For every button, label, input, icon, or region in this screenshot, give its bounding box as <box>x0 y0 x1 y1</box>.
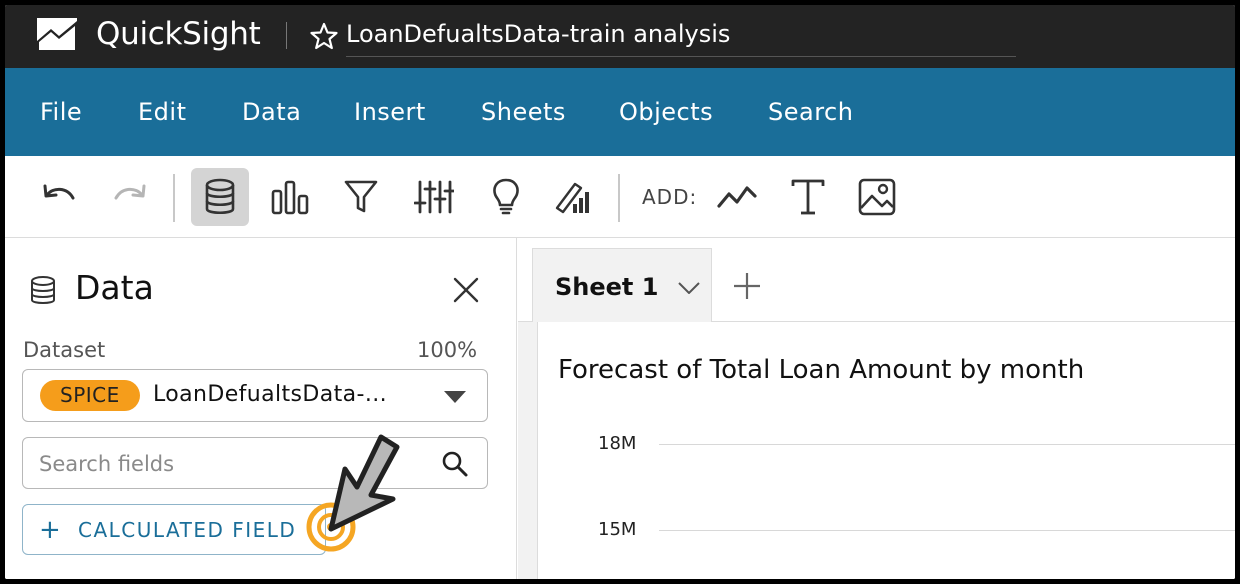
text-icon <box>791 179 825 215</box>
parameters-icon <box>414 180 454 214</box>
dataset-dropdown[interactable]: SPICE LoanDefualtsData-... <box>22 369 488 422</box>
line-chart-icon <box>717 186 757 208</box>
menu-data[interactable]: Data <box>242 96 301 128</box>
undo-icon <box>43 184 75 200</box>
database-icon <box>205 178 235 215</box>
redo-icon <box>114 184 146 200</box>
calculated-field-label: CALCULATED FIELD <box>78 518 297 542</box>
analysis-name-field[interactable]: LoanDefualtsData-train analysis <box>346 14 738 54</box>
insights-button[interactable] <box>477 168 535 226</box>
visualize-icon <box>271 180 309 215</box>
mouse-pointer-icon <box>328 434 400 532</box>
sheet-area: Sheet 1 Forecast of Total Loan Amount by… <box>518 238 1235 579</box>
toolbar-divider <box>173 174 175 222</box>
lightbulb-icon <box>493 178 519 215</box>
undo-button[interactable] <box>30 168 88 226</box>
add-line-chart-button[interactable] <box>708 168 766 226</box>
menu-file[interactable]: File <box>40 96 82 128</box>
app-name: QuickSight <box>96 16 261 52</box>
toolbar: ADD: <box>5 156 1235 238</box>
add-label: ADD: <box>642 185 698 209</box>
database-icon <box>31 276 55 304</box>
app-window: QuickSight LoanDefualtsData-train analys… <box>5 5 1235 579</box>
header-divider <box>286 22 287 49</box>
data-pane-title: Data <box>75 268 154 307</box>
sheet-tab-bar: Sheet 1 <box>518 238 1235 323</box>
image-icon <box>858 178 896 216</box>
spice-badge: SPICE <box>40 380 140 411</box>
app-header: QuickSight LoanDefualtsData-train analys… <box>5 5 1235 68</box>
y-axis-tick: 15M <box>598 519 637 540</box>
gridline <box>659 444 1235 445</box>
filter-button[interactable] <box>332 168 390 226</box>
themes-icon <box>555 182 589 214</box>
visual-title: Forecast of Total Loan Amount by month <box>558 355 1085 385</box>
star-icon[interactable] <box>310 22 338 50</box>
y-axis-tick: 18M <box>598 433 637 454</box>
add-sheet-icon[interactable] <box>732 271 762 301</box>
quicksight-logo-icon[interactable] <box>37 18 77 52</box>
gridline <box>659 530 1235 531</box>
redo-button[interactable] <box>101 168 159 226</box>
dataset-name: LoanDefualtsData-... <box>153 382 388 407</box>
add-calculated-field-button[interactable]: + CALCULATED FIELD <box>22 504 326 555</box>
menu-edit[interactable]: Edit <box>138 96 186 128</box>
menu-insert[interactable]: Insert <box>354 96 426 128</box>
dataset-import-percent: 100% <box>417 338 478 362</box>
tab-sheet-1[interactable]: Sheet 1 <box>532 248 712 323</box>
data-pane-button[interactable] <box>191 168 249 226</box>
dataset-label: Dataset <box>23 338 106 362</box>
sheet-margin <box>518 322 537 579</box>
sheet-tab-label: Sheet 1 <box>555 273 659 301</box>
forecast-visual[interactable]: Forecast of Total Loan Amount by month 1… <box>537 322 1235 579</box>
menu-bar: File Edit Data Insert Sheets Objects Sea… <box>5 68 1235 156</box>
data-pane: Data Dataset 100% SPICE LoanDefualtsData… <box>5 238 517 579</box>
search-fields-box <box>22 437 488 489</box>
toolbar-divider <box>618 174 620 222</box>
caret-down-icon <box>444 391 466 403</box>
plus-icon: + <box>39 515 61 545</box>
parameters-button[interactable] <box>405 168 463 226</box>
search-icon[interactable] <box>441 450 469 478</box>
add-text-button[interactable] <box>779 168 837 226</box>
visualize-button[interactable] <box>261 168 319 226</box>
menu-search[interactable]: Search <box>768 96 853 128</box>
filter-icon <box>344 180 378 213</box>
analysis-name-underline <box>346 56 1016 57</box>
menu-sheets[interactable]: Sheets <box>481 96 566 128</box>
themes-button[interactable] <box>544 168 602 226</box>
add-image-button[interactable] <box>848 168 906 226</box>
close-icon[interactable] <box>451 275 481 305</box>
menu-objects[interactable]: Objects <box>619 96 713 128</box>
chevron-down-icon[interactable] <box>678 282 700 294</box>
